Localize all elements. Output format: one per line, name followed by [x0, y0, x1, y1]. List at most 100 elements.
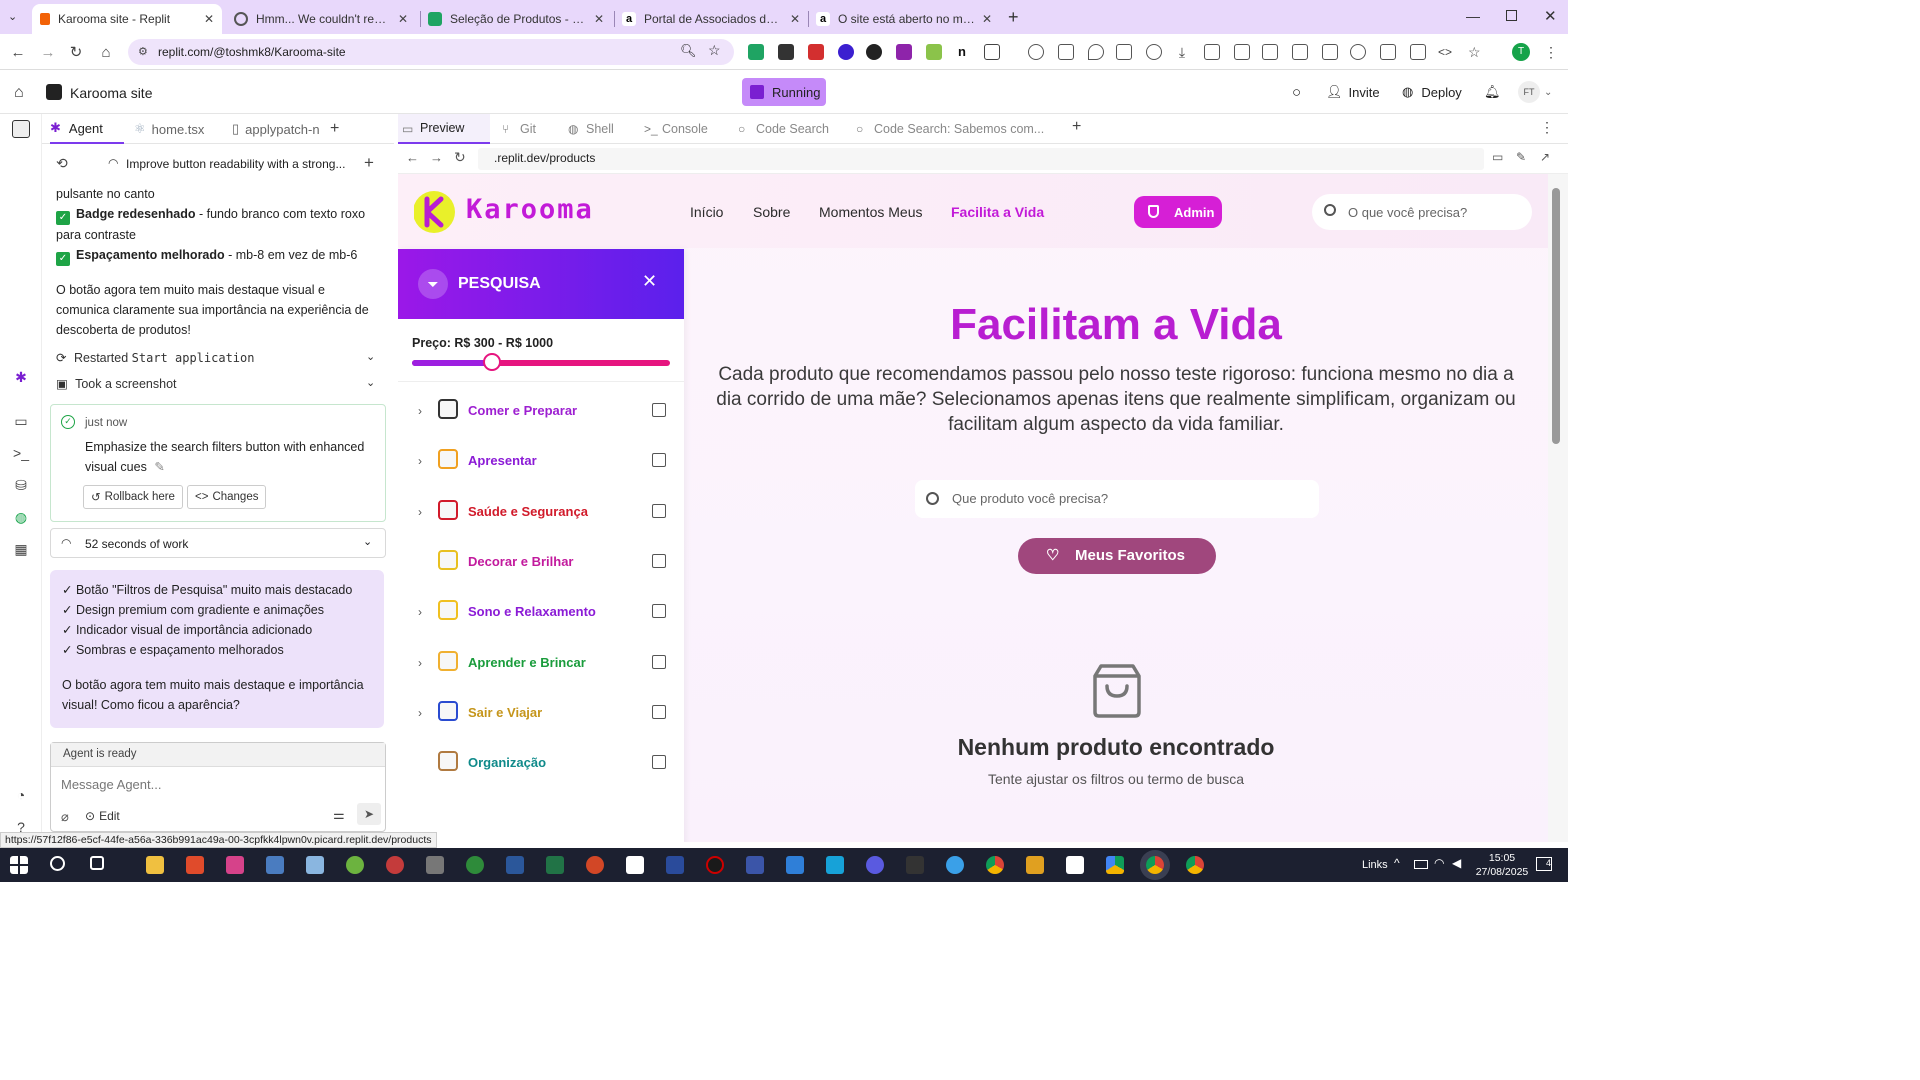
chevron-down-icon[interactable]: ⌄ [366, 350, 375, 363]
app-icon[interactable] [186, 856, 204, 874]
app-icon[interactable] [1066, 856, 1084, 874]
category-checkbox[interactable] [652, 453, 666, 468]
more-menu-icon[interactable]: ⋮ [1540, 119, 1554, 136]
close-icon[interactable]: ✕ [398, 12, 408, 26]
location-icon[interactable] [1088, 44, 1104, 60]
toolbar-icon[interactable] [1234, 44, 1250, 60]
slider-thumb[interactable] [482, 353, 501, 371]
category-checkbox[interactable] [652, 704, 666, 719]
download-icon[interactable]: ⤓ [1174, 44, 1190, 60]
reload-icon[interactable]: ↻ [66, 42, 86, 62]
work-summary[interactable]: ◠ 52 seconds of work ⌄ [50, 528, 386, 558]
rollback-button[interactable]: ↺ Rollback here [83, 485, 183, 509]
chevron-right-icon[interactable]: › [418, 454, 422, 468]
browser-tab-sheets[interactable]: Seleção de Produtos - Planilhas ✕ [420, 4, 612, 34]
puzzle-icon[interactable] [984, 44, 1000, 60]
shell-icon[interactable]: >_ [12, 444, 30, 462]
translate-icon[interactable] [1262, 44, 1278, 60]
tab-search-dropdown[interactable]: ⌄ [8, 10, 24, 26]
new-tab-button[interactable]: + [330, 114, 339, 144]
volume-icon[interactable]: ◀ [1452, 856, 1461, 870]
favorites-icon[interactable]: ☆ [1468, 44, 1484, 60]
reload-icon[interactable]: ↻ [454, 149, 466, 166]
calculator-icon[interactable] [266, 856, 284, 874]
extension-icon[interactable] [926, 44, 942, 60]
google-drive-icon[interactable] [1106, 856, 1124, 874]
app-icon[interactable] [346, 856, 364, 874]
favorites-button[interactable]: ♡ Meus Favoritos [1018, 538, 1216, 574]
minimize-button[interactable]: — [1466, 8, 1480, 24]
nav-facilita-a-vida[interactable]: Facilita a Vida [951, 204, 1044, 220]
devtools-icon[interactable]: ✎ [1516, 150, 1526, 164]
preview-scrollbar[interactable] [1548, 174, 1568, 842]
close-icon[interactable]: ✕ [790, 12, 800, 26]
powershell-icon[interactable] [666, 856, 684, 874]
chevron-right-icon[interactable]: › [418, 404, 422, 418]
extension-icon[interactable] [866, 44, 882, 60]
tab-code-search-2[interactable]: ○ Code Search: Sabemos com... [852, 114, 1064, 144]
menu-icon[interactable]: ⋮ [1544, 44, 1560, 60]
app-icon[interactable] [946, 856, 964, 874]
close-window-button[interactable]: ✕ [1544, 7, 1557, 25]
search-icon[interactable]: ○ [1292, 80, 1301, 104]
project-name[interactable]: Karooma site [70, 85, 152, 101]
category-row[interactable]: › Apresentar [398, 437, 684, 487]
home-icon[interactable]: ⌂ [96, 42, 116, 62]
link-icon[interactable] [1350, 44, 1366, 60]
attach-icon[interactable]: ⌀ [61, 809, 69, 825]
category-row[interactable]: › Comer e Preparar [398, 387, 684, 437]
notification-center-icon[interactable]: 4 [1536, 857, 1552, 871]
replit-agent-icon[interactable]: ✱ [12, 368, 30, 386]
battery-icon[interactable] [1414, 860, 1428, 869]
history-icon[interactable] [1146, 44, 1162, 60]
tab-agent[interactable]: ✱ Agent [50, 114, 124, 144]
browser-tab-amazon-2[interactable]: a O site está aberto no modo pro ✕ [808, 4, 1000, 34]
tab-applypatch[interactable]: ▯ applypatch-n [232, 114, 320, 144]
run-status-button[interactable]: Running [742, 78, 826, 106]
chrome-icon[interactable] [986, 856, 1004, 874]
app-icon[interactable] [306, 856, 324, 874]
notepad-icon[interactable] [626, 856, 644, 874]
deploy-button[interactable]: ◍ Deploy [1402, 80, 1462, 104]
reading-icon[interactable] [1322, 44, 1338, 60]
app-icon[interactable] [226, 856, 244, 874]
globe-icon[interactable]: ◍ [12, 508, 30, 526]
address-bar[interactable]: ⚙ replit.com/@toshmk8/Karooma-site 🔍︎ ☆ [128, 39, 734, 65]
screenshot-row[interactable]: ▣ Took a screenshot ⌄ [56, 376, 380, 396]
new-thread-button[interactable]: + [364, 153, 374, 173]
category-row[interactable]: › Aprender e Brincar [398, 639, 684, 689]
restore-button[interactable] [1506, 10, 1517, 21]
scrollbar-thumb[interactable] [1552, 188, 1560, 444]
browser-tab-error[interactable]: Hmm... We couldn't reach this p ✕ [226, 4, 416, 34]
chevron-right-icon[interactable]: › [418, 505, 422, 519]
edit-mode-button[interactable]: ⊙ Edit [85, 809, 120, 823]
toolbar-icon[interactable] [1116, 44, 1132, 60]
chevron-down-icon[interactable]: ⌄ [363, 535, 372, 548]
changes-button[interactable]: <> Changes [187, 485, 267, 509]
product-search-input[interactable]: Que produto você precisa? [915, 480, 1319, 518]
chevron-right-icon[interactable]: › [418, 656, 422, 670]
terminal-icon[interactable] [906, 856, 924, 874]
extension-icon[interactable]: n [954, 44, 970, 60]
nav-momentos-meus[interactable]: Momentos Meus [819, 204, 922, 220]
devices-icon[interactable]: ▭ [1492, 150, 1503, 164]
tab-preview[interactable]: ▭ Preview [398, 114, 490, 144]
history-icon[interactable]: ⟲ [56, 155, 68, 172]
category-checkbox[interactable] [652, 503, 666, 518]
browser-tab-amazon[interactable]: a Portal de Associados da Amazo ✕ [614, 4, 808, 34]
category-row[interactable]: › Sair e Viajar [398, 689, 684, 739]
extension-icon[interactable] [896, 44, 912, 60]
clock[interactable]: 15:05 27/08/2025 [1474, 851, 1530, 879]
back-icon[interactable]: ← [8, 42, 28, 62]
category-row[interactable]: Decorar e Brilhar [398, 538, 684, 588]
tab-git[interactable]: ⑂ Git [498, 114, 558, 144]
browser-tab-replit[interactable]: Karooma site - Replit ✕ [32, 4, 222, 34]
nav-sobre[interactable]: Sobre [753, 204, 790, 220]
edit-pencil-icon[interactable]: ✎ [154, 460, 164, 474]
close-icon[interactable]: ✕ [204, 12, 214, 26]
chevron-right-icon[interactable]: › [418, 605, 422, 619]
toolbar-icon[interactable] [1058, 44, 1074, 60]
restarted-row[interactable]: ⟳ Restarted Start application ⌄ [56, 350, 380, 370]
notification-bell-icon[interactable]: 🔔︎ [1484, 80, 1501, 104]
app-icon[interactable] [706, 856, 724, 874]
